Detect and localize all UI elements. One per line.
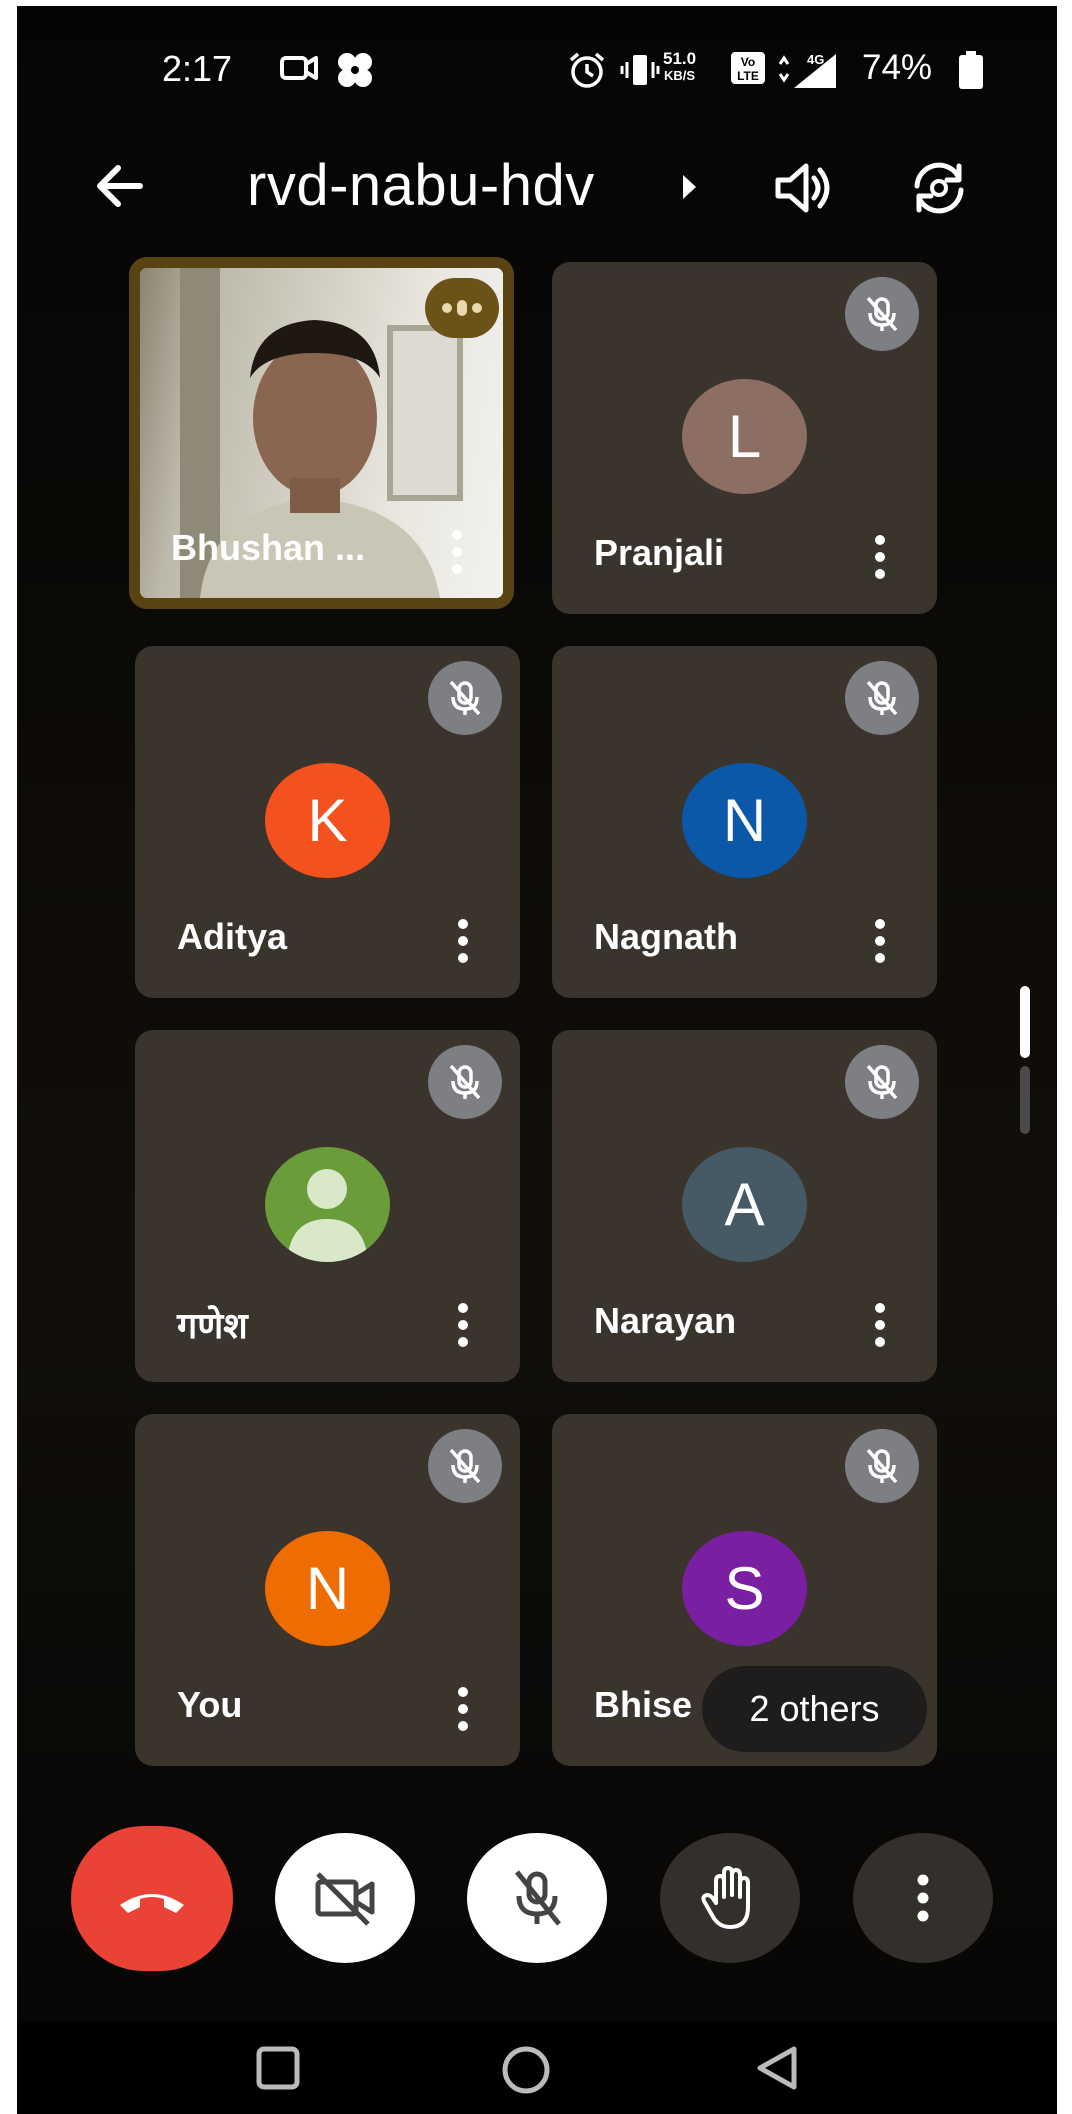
others-chip[interactable]: 2 others bbox=[702, 1666, 927, 1752]
meeting-code[interactable]: rvd-nabu-hdv bbox=[247, 152, 595, 219]
participant-name: गणेश bbox=[177, 1305, 248, 1346]
participant-name: Aditya bbox=[177, 916, 288, 957]
system-nav-bar bbox=[17, 2021, 1057, 2114]
mic-muted-icon bbox=[845, 1429, 919, 1503]
back-nav-icon[interactable] bbox=[752, 2043, 802, 2093]
avatar: N bbox=[265, 1531, 390, 1646]
end-call-button[interactable] bbox=[71, 1826, 233, 1971]
participant-name: You bbox=[177, 1684, 243, 1725]
video-status-icon bbox=[280, 56, 318, 80]
home-icon[interactable] bbox=[499, 2043, 553, 2097]
more-options-icon[interactable] bbox=[870, 916, 890, 966]
participant-name: Nagnath bbox=[594, 916, 738, 957]
more-options-icon[interactable] bbox=[453, 916, 473, 966]
more-options-icon[interactable] bbox=[870, 532, 890, 582]
more-options-icon[interactable] bbox=[453, 1300, 473, 1350]
raise-hand-icon bbox=[701, 1866, 750, 1929]
end-call-icon bbox=[120, 1893, 184, 1913]
more-options-icon[interactable] bbox=[447, 527, 467, 577]
signal-icon: 4G bbox=[778, 52, 836, 88]
camera-toggle-button[interactable] bbox=[275, 1833, 415, 1963]
participant-name: Bhushan ... bbox=[171, 527, 366, 568]
switch-camera-icon[interactable] bbox=[907, 156, 971, 220]
svg-text:LTE: LTE bbox=[737, 69, 759, 83]
mic-muted-icon bbox=[428, 1429, 502, 1503]
scrollbar-track[interactable] bbox=[1020, 1066, 1030, 1134]
mic-muted-icon bbox=[428, 1045, 502, 1119]
participant-name: Narayan bbox=[594, 1300, 737, 1341]
participant-tile[interactable]: L Pranjali bbox=[552, 262, 937, 614]
vibrate-icon bbox=[620, 55, 660, 85]
mic-muted-icon bbox=[845, 661, 919, 735]
status-bar: 2:17 51.0 KB/S Vo LTE 4G 74% bbox=[17, 6, 1057, 126]
participant-tile[interactable]: K Aditya bbox=[135, 646, 520, 998]
camera-off-icon bbox=[315, 1872, 375, 1926]
caret-right-icon[interactable] bbox=[679, 172, 699, 202]
more-options-icon[interactable] bbox=[453, 1684, 473, 1734]
status-time: 2:17 bbox=[162, 48, 233, 89]
mic-muted-icon bbox=[845, 277, 919, 351]
participant-tile[interactable]: A Narayan bbox=[552, 1030, 937, 1382]
speaker-icon[interactable] bbox=[772, 156, 836, 220]
participant-tile[interactable]: N Nagnath bbox=[552, 646, 937, 998]
scrollbar-thumb[interactable] bbox=[1020, 986, 1030, 1058]
more-options-icon bbox=[917, 1874, 929, 1922]
avatar: A bbox=[682, 1147, 807, 1262]
mic-muted-icon bbox=[845, 1045, 919, 1119]
recents-icon[interactable] bbox=[253, 2043, 303, 2093]
avatar: S bbox=[682, 1531, 807, 1646]
raise-hand-button[interactable] bbox=[660, 1833, 800, 1963]
participant-tile[interactable]: गणेश bbox=[135, 1030, 520, 1382]
battery-icon bbox=[959, 51, 983, 89]
more-options-button[interactable] bbox=[853, 1833, 993, 1963]
svg-text:4G: 4G bbox=[807, 52, 824, 67]
svg-text:Vo: Vo bbox=[741, 55, 755, 69]
participant-tile[interactable]: N You bbox=[135, 1414, 520, 1766]
volte-icon: Vo LTE bbox=[731, 52, 765, 84]
alarm-icon bbox=[569, 52, 605, 88]
speaking-indicator-icon bbox=[425, 278, 499, 338]
meeting-header: rvd-nabu-hdv bbox=[17, 136, 1057, 236]
back-arrow-icon[interactable] bbox=[92, 158, 148, 214]
avatar: K bbox=[265, 763, 390, 878]
participant-tile[interactable]: Bhushan ... bbox=[129, 257, 514, 609]
generic-person-avatar-icon bbox=[265, 1147, 390, 1262]
participant-name: Bhise bbox=[594, 1684, 693, 1725]
participant-name: Pranjali bbox=[594, 532, 725, 573]
mic-off-icon bbox=[515, 1870, 561, 1926]
meet-screen: 2:17 51.0 KB/S Vo LTE 4G 74% rvd-nabu-hd… bbox=[17, 6, 1057, 2114]
battery-percent: 74% bbox=[862, 48, 933, 87]
avatar: L bbox=[682, 379, 807, 494]
data-rate: 51.0 KB/S bbox=[663, 49, 697, 83]
fan-status-icon bbox=[338, 53, 372, 87]
mic-muted-icon bbox=[428, 661, 502, 735]
avatar: N bbox=[682, 763, 807, 878]
mic-toggle-button[interactable] bbox=[467, 1833, 607, 1963]
more-options-icon[interactable] bbox=[870, 1300, 890, 1350]
